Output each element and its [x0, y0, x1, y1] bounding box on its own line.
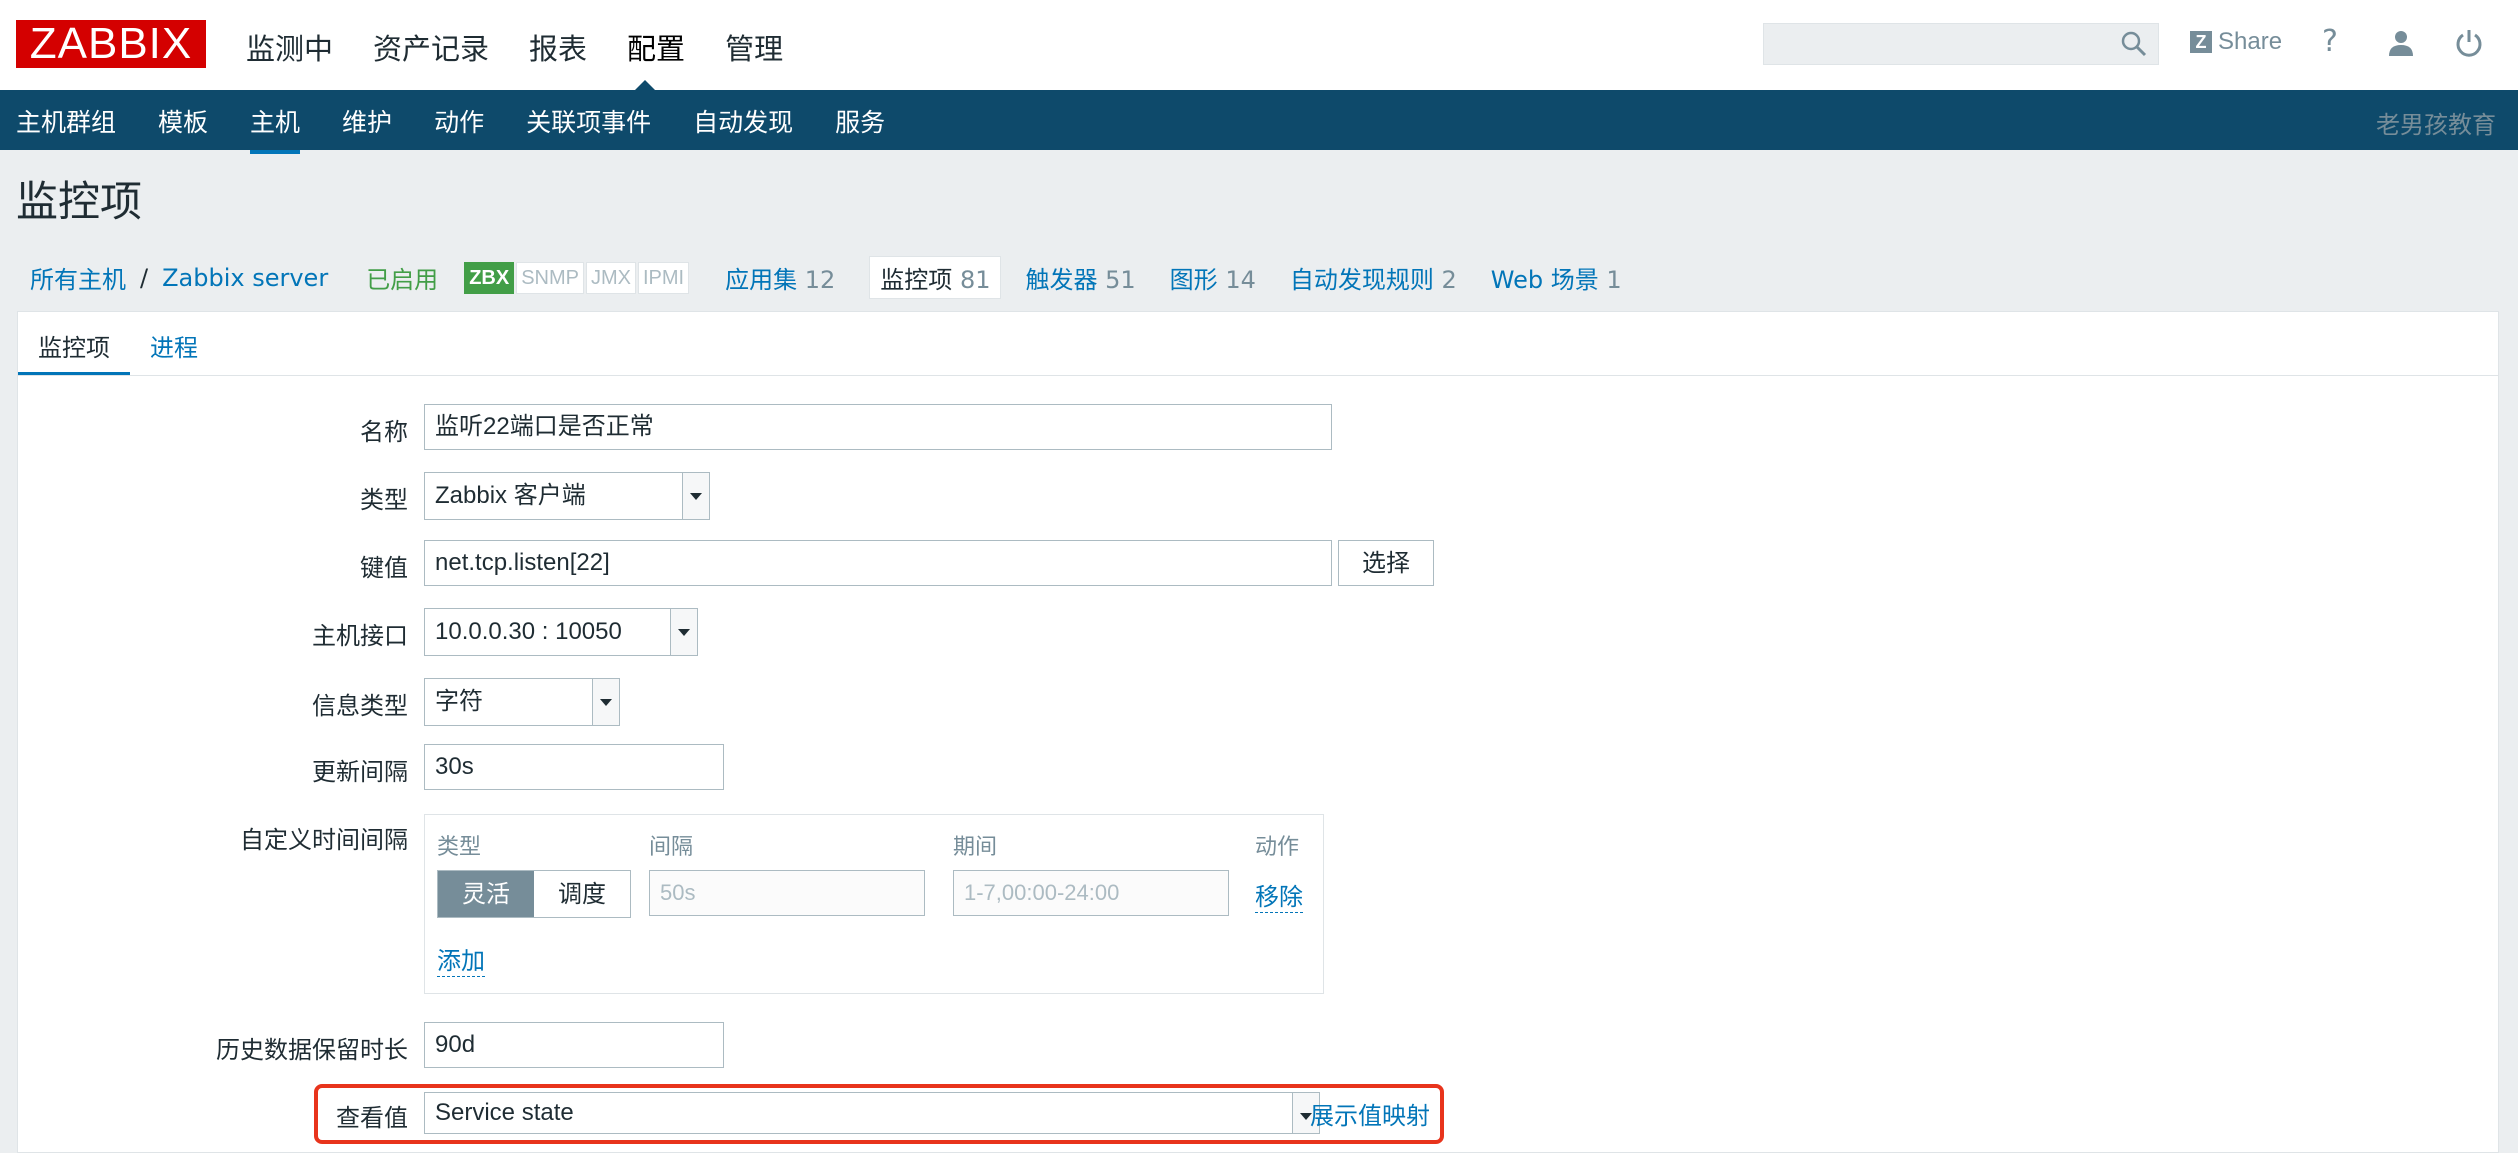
share-label: Share	[2218, 28, 2283, 55]
tab-graphs[interactable]: 图形 14	[1170, 260, 1256, 295]
availability-jmx: JMX	[585, 261, 636, 294]
sign-out-icon[interactable]	[2454, 28, 2484, 58]
toggle-scheduling[interactable]: 调度	[534, 871, 630, 917]
host-status-enabled[interactable]: 已启用	[366, 260, 438, 295]
nav-event-correlation[interactable]: 关联项事件	[526, 103, 651, 139]
menu-monitoring[interactable]: 监测中	[246, 26, 333, 68]
custom-intervals-table: 类型 间隔 期间 动作 灵活 调度 50s 1-7,00:00-24:00 移除…	[424, 814, 1324, 994]
info-type-label: 信息类型	[312, 692, 408, 720]
nav-maintenance[interactable]: 维护	[342, 103, 392, 139]
host-interface-select[interactable]: 10.0.0.30 : 10050	[424, 608, 698, 656]
form-tabs: 监控项 进程	[18, 312, 218, 376]
tab-discovery-rules[interactable]: 自动发现规则 2	[1290, 260, 1457, 295]
breadcrumb-all-hosts[interactable]: 所有主机	[30, 260, 126, 295]
interval-type-toggle: 灵活 调度	[437, 870, 631, 918]
zabbix-logo[interactable]: ZABBIX	[16, 20, 206, 68]
share-icon: Z	[2190, 31, 2212, 53]
form-tab-preprocessing[interactable]: 进程	[130, 312, 218, 372]
toggle-flexible[interactable]: 灵活	[438, 871, 534, 917]
type-label: 类型	[360, 486, 408, 514]
history-label: 历史数据保留时长	[216, 1036, 408, 1064]
nav-host-groups[interactable]: 主机群组	[16, 103, 116, 139]
availability-snmp: SNMP	[516, 261, 584, 294]
form-tab-item[interactable]: 监控项	[18, 312, 130, 376]
menu-reports[interactable]: 报表	[529, 26, 587, 68]
search-input[interactable]	[1763, 23, 2159, 65]
chevron-down-icon	[670, 609, 697, 655]
help-icon[interactable]: ?	[2322, 24, 2338, 59]
custom-interval-input[interactable]: 50s	[649, 870, 925, 916]
breadcrumb: 所有主机 / Zabbix server 已启用 ZBX SNMP JMX IP…	[30, 256, 1622, 299]
host-interface-value: 10.0.0.30 : 10050	[435, 618, 622, 645]
availability-zbx: ZBX	[464, 261, 515, 294]
top-bar: ZABBIX 监测中 资产记录 报表 配置 管理 Z Share ?	[0, 0, 2518, 90]
tab-divider	[18, 375, 2498, 376]
key-select-button[interactable]: 选择	[1338, 540, 1434, 586]
user-profile-icon[interactable]	[2386, 28, 2416, 58]
nav-templates[interactable]: 模板	[158, 103, 208, 139]
name-label: 名称	[360, 418, 408, 446]
update-interval-label: 更新间隔	[312, 758, 408, 786]
chevron-down-icon	[682, 473, 709, 519]
col-period-header: 期间	[953, 835, 998, 860]
nav-discovery[interactable]: 自动发现	[693, 103, 793, 139]
custom-intervals-label: 自定义时间间隔	[240, 826, 408, 854]
active-menu-caret	[635, 80, 655, 90]
tab-web-scenarios[interactable]: Web 场景 1	[1491, 260, 1622, 295]
col-action-header: 动作	[1255, 835, 1300, 860]
type-select[interactable]: Zabbix 客户端	[424, 472, 710, 520]
item-form-panel: 监控项 进程 名称 监听22端口是否正常 类型 Zabbix 客户端 键值 ne…	[17, 311, 2499, 1153]
type-select-value: Zabbix 客户端	[435, 482, 586, 509]
tab-applications[interactable]: 应用集 12	[725, 260, 835, 295]
history-field[interactable]: 90d	[424, 1022, 724, 1068]
info-type-value: 字符	[435, 688, 483, 715]
col-interval-header: 间隔	[649, 835, 694, 860]
add-interval-link[interactable]: 添加	[437, 941, 485, 977]
update-interval-field[interactable]: 30s	[424, 744, 724, 790]
key-label: 键值	[360, 554, 408, 582]
info-type-select[interactable]: 字符	[424, 678, 620, 726]
key-field[interactable]: net.tcp.listen[22]	[424, 540, 1332, 586]
tab-triggers[interactable]: 触发器 51	[1025, 260, 1135, 295]
col-type-header: 类型	[437, 835, 482, 860]
server-name-brand: 老男孩教育	[2376, 111, 2496, 139]
remove-interval-link[interactable]: 移除	[1255, 877, 1303, 913]
menu-inventory[interactable]: 资产记录	[373, 26, 489, 68]
nav-actions[interactable]: 动作	[434, 103, 484, 139]
tab-items[interactable]: 监控项 81	[869, 256, 1002, 299]
chevron-down-icon	[592, 679, 619, 725]
search-icon[interactable]	[2120, 30, 2148, 58]
menu-administration[interactable]: 管理	[725, 26, 783, 68]
page-title: 监控项	[16, 177, 143, 226]
name-field[interactable]: 监听22端口是否正常	[424, 404, 1332, 450]
sub-navigation: 主机群组 模板 主机 维护 动作 关联项事件 自动发现 服务 老男孩教育	[0, 90, 2518, 154]
breadcrumb-separator: /	[140, 263, 149, 292]
share-button[interactable]: Z Share	[2190, 28, 2282, 56]
nav-services[interactable]: 服务	[835, 103, 885, 139]
availability-ipmi: IPMI	[637, 261, 690, 294]
breadcrumb-host[interactable]: Zabbix server	[162, 264, 328, 292]
menu-configuration[interactable]: 配置	[627, 26, 685, 68]
custom-period-input[interactable]: 1-7,00:00-24:00	[953, 870, 1229, 916]
highlight-annotation	[314, 1084, 1444, 1144]
nav-hosts[interactable]: 主机	[250, 103, 301, 154]
host-interface-label: 主机接口	[312, 622, 408, 650]
top-menu: 监测中 资产记录 报表 配置 管理	[246, 26, 783, 68]
